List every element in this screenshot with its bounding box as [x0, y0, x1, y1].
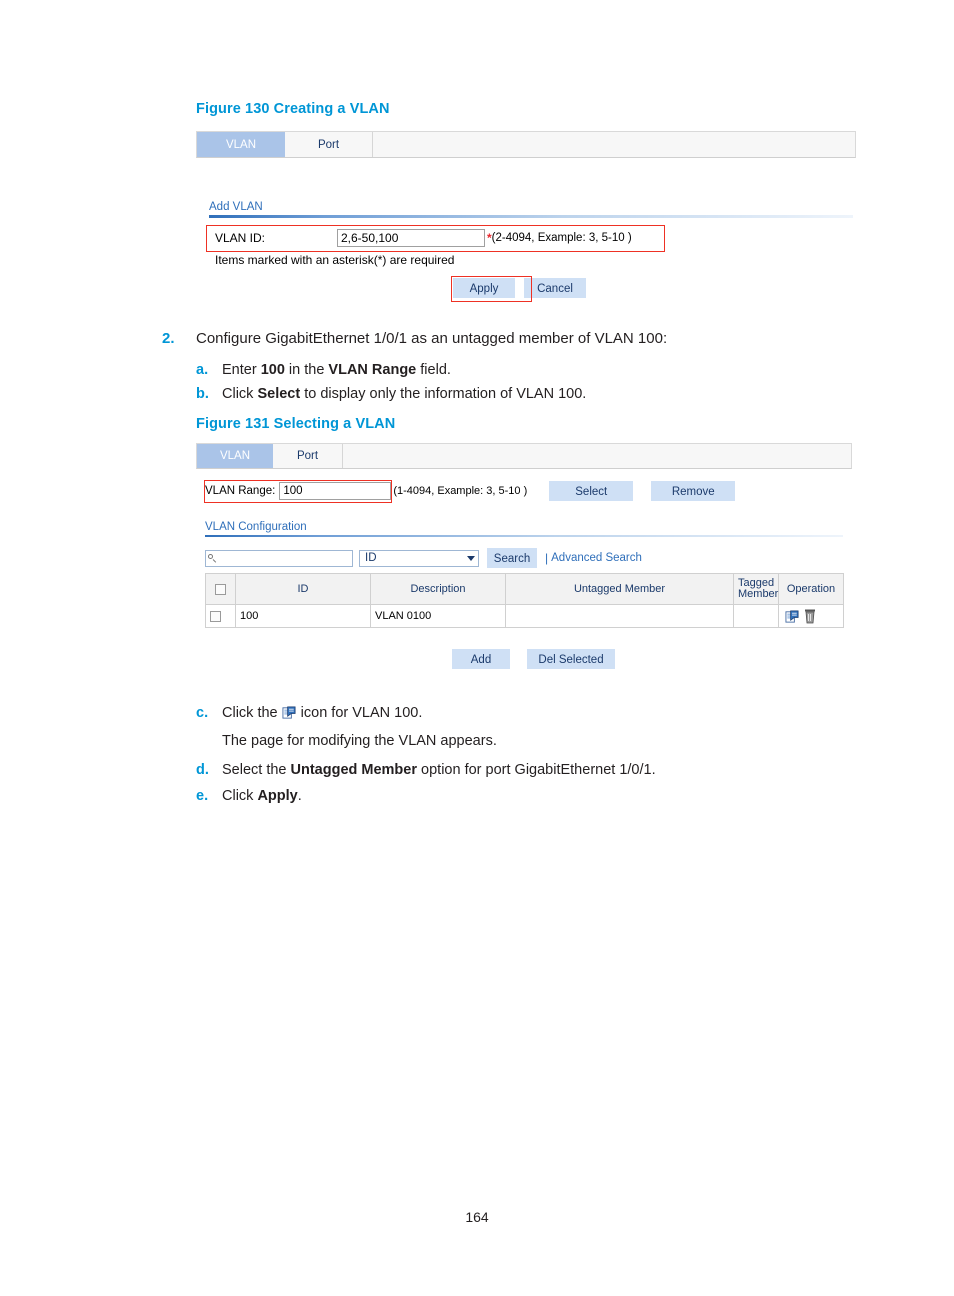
step-2b-letter: b.	[196, 386, 209, 402]
fig130-vlan-id-row: VLAN ID: * (2-4094, Example: 3, 5-10 )	[209, 226, 853, 250]
fig131-add-button[interactable]: Add	[452, 649, 510, 669]
fig131-select-button[interactable]: Select	[549, 481, 634, 501]
step-2b-bold-select: Select	[257, 386, 301, 402]
fig130-vlan-id-hint: (2-4094, Example: 3, 5-10 )	[491, 232, 632, 244]
figure-130-screenshot: VLAN Port Add VLAN VLAN ID: * (2-4094, E…	[196, 131, 856, 306]
table-header-select-all[interactable]	[205, 573, 236, 605]
step-2d-post: option for port GigabitEthernet 1/0/1.	[417, 762, 656, 778]
fig130-vlan-id-input[interactable]	[337, 229, 485, 247]
step-2c-letter: c.	[196, 705, 209, 721]
figure-131-caption: Figure 131 Selecting a VLAN	[196, 416, 396, 432]
step-2b-text: Click Select to display only the informa…	[222, 386, 586, 402]
table-header-row: ID Description Untagged Member Tagged Me…	[205, 573, 844, 605]
fig131-vlan-range-hint: (1-4094, Example: 3, 5-10 )	[393, 485, 528, 497]
fig131-search-field-select[interactable]: ID	[359, 549, 479, 567]
fig130-cancel-button[interactable]: Cancel	[524, 278, 586, 298]
fig131-search-field-value: ID	[365, 552, 377, 564]
row-tagged-member	[733, 604, 779, 628]
fig130-add-vlan-section: Add VLAN	[209, 201, 853, 218]
fig130-button-row: Apply Cancel	[453, 278, 586, 298]
document-page: Figure 130 Creating a VLAN VLAN Port Add…	[0, 0, 954, 1296]
table-header-description[interactable]: Description	[370, 573, 506, 605]
table-header-tagged-member[interactable]: Tagged Member	[733, 573, 779, 605]
modify-vlan-icon	[282, 705, 297, 720]
step-2a-bold-vlan-range: VLAN Range	[328, 362, 417, 378]
fig131-search-bar: ID Search | Advanced Search	[205, 547, 642, 569]
fig131-vlan-table: ID Description Untagged Member Tagged Me…	[205, 573, 844, 628]
fig130-required-note: Items marked with an asterisk(*) are req…	[215, 253, 455, 267]
fig131-footer-buttons: Add Del Selected	[452, 649, 615, 669]
search-icon	[208, 553, 217, 563]
fig130-section-label: Add VLAN	[209, 201, 263, 213]
fig130-section-rule	[209, 215, 853, 218]
table-header-untagged-member[interactable]: Untagged Member	[505, 573, 734, 605]
row-operation-cell	[778, 604, 844, 628]
step-2e-bold-apply: Apply	[257, 788, 298, 804]
fig131-advanced-search-link[interactable]: Advanced Search	[551, 552, 642, 564]
fig130-tabbar-filler	[373, 132, 855, 157]
fig130-tabbar: VLAN Port	[196, 131, 856, 158]
row-untagged-member	[505, 604, 734, 628]
step-2b-pre: Click	[222, 386, 258, 402]
step-2a-bold-100: 100	[260, 362, 285, 378]
step-2b-post: to display only the information of VLAN …	[300, 386, 587, 402]
fig131-vlan-range-row: VLAN Range: (1-4094, Example: 3, 5-10 ) …	[205, 481, 736, 501]
fig131-vlan-range-label: VLAN Range:	[205, 485, 276, 497]
fig130-vlan-id-label: VLAN ID:	[215, 231, 266, 245]
step-2e-letter: e.	[196, 788, 209, 804]
fig131-section-rule	[205, 535, 843, 537]
step-2a-text: Enter 100 in the VLAN Range field.	[222, 362, 451, 378]
step-2c-pre: Click the	[222, 705, 282, 721]
step-2c-line2: The page for modifying the VLAN appears.	[222, 733, 497, 749]
step-2-number: 2.	[162, 330, 175, 347]
table-header-id[interactable]: ID	[235, 573, 371, 605]
fig131-tabbar: VLAN Port	[196, 443, 852, 469]
step-2d-pre: Select the	[222, 762, 291, 778]
figure-130-caption: Figure 130 Creating a VLAN	[196, 101, 390, 117]
delete-icon[interactable]	[804, 609, 816, 624]
fig131-vlan-range-input[interactable]	[279, 482, 392, 500]
step-2e-text: Click Apply.	[222, 788, 302, 804]
fig131-vlan-table-wrap: ID Description Untagged Member Tagged Me…	[205, 573, 844, 628]
modify-icon[interactable]	[785, 609, 799, 623]
row-operation-icons	[783, 609, 839, 624]
row-checkbox-cell[interactable]	[205, 604, 236, 628]
table-row: 100 VLAN 0100	[205, 604, 844, 628]
fig131-section-label: VLAN Configuration	[205, 521, 307, 533]
step-2d-letter: d.	[196, 762, 209, 778]
step-2c-post: icon for VLAN 100.	[296, 705, 423, 721]
select-all-checkbox[interactable]	[215, 583, 226, 595]
fig131-vlan-config-section: VLAN Configuration	[205, 521, 843, 537]
step-2a-mid: in the	[284, 362, 329, 378]
step-2c-text: Click the icon for VLAN 100.	[222, 705, 422, 721]
fig131-search-separator: |	[545, 551, 549, 565]
step-2e-post: .	[297, 788, 302, 804]
fig131-remove-button[interactable]: Remove	[651, 481, 736, 501]
fig130-tab-port[interactable]: Port	[285, 132, 373, 157]
row-description: VLAN 0100	[370, 604, 506, 628]
step-2e-pre: Click	[222, 788, 258, 804]
step-2a-pre: Enter	[222, 362, 261, 378]
fig131-search-input-wrap[interactable]	[205, 549, 353, 567]
fig131-search-button[interactable]: Search	[487, 548, 537, 568]
fig131-del-selected-button[interactable]: Del Selected	[527, 649, 615, 669]
fig131-tab-vlan[interactable]: VLAN	[197, 444, 273, 468]
chevron-down-icon	[467, 555, 475, 561]
page-number: 164	[465, 1209, 489, 1225]
step-2a-post: field.	[416, 362, 451, 378]
fig131-search-input[interactable]	[217, 551, 349, 565]
step-2d-text: Select the Untagged Member option for po…	[222, 762, 656, 778]
fig130-apply-button[interactable]: Apply	[453, 278, 515, 298]
step-2a-letter: a.	[196, 362, 209, 378]
row-select-checkbox[interactable]	[210, 610, 221, 622]
fig131-tabbar-filler	[343, 444, 851, 468]
step-2d-bold-untagged-member: Untagged Member	[290, 762, 418, 778]
table-header-operation[interactable]: Operation	[778, 573, 844, 605]
row-id: 100	[235, 604, 371, 628]
step-2-text: Configure GigabitEthernet 1/0/1 as an un…	[196, 330, 668, 347]
figure-131-screenshot: VLAN Port VLAN Range: (1-4094, Example: …	[196, 443, 852, 683]
fig131-tab-port[interactable]: Port	[273, 444, 343, 468]
fig130-tab-vlan[interactable]: VLAN	[197, 132, 285, 157]
